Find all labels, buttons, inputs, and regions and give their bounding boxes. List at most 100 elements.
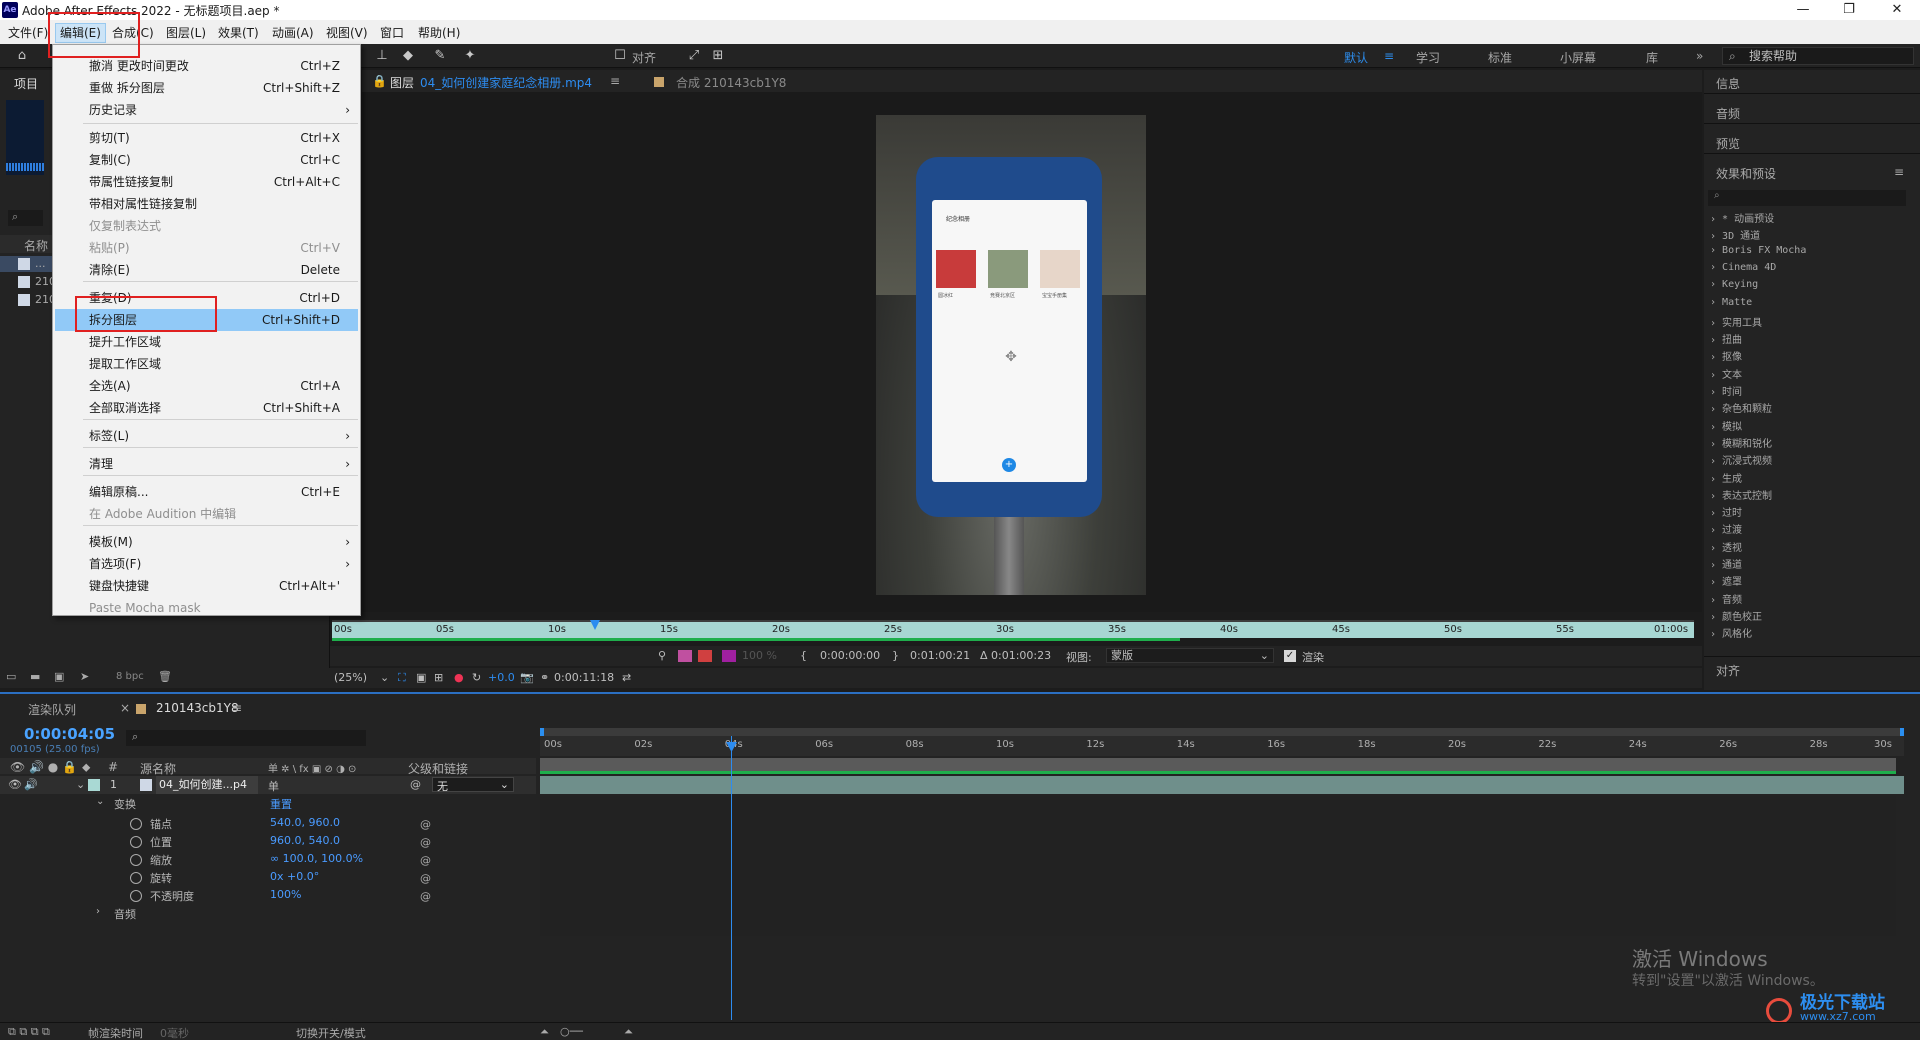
grid-icon[interactable]: ⊞ <box>434 671 443 684</box>
edit-menu-item[interactable]: 键盘快捷键 Ctrl+Alt+' <box>55 575 358 597</box>
effects-category[interactable]: › Boris FX Mocha <box>1710 245 1806 256</box>
column-source-name[interactable]: 源名称 <box>140 760 176 777</box>
audio-icon[interactable]: 🔊 <box>24 778 38 791</box>
audio-group-row[interactable]: › 音频 <box>0 906 536 924</box>
layer-playhead-icon[interactable] <box>590 620 600 630</box>
zoom-slider[interactable]: ○── <box>560 1025 583 1038</box>
transform-property-row[interactable]: 锚点 540.0, 960.0 @ <box>0 816 536 834</box>
workspace-learn[interactable]: 学习 <box>1416 49 1440 66</box>
effects-category[interactable]: › Cinema 4D <box>1710 262 1776 273</box>
stopwatch-icon[interactable] <box>130 836 142 848</box>
panel-align[interactable]: 对齐 <box>1704 656 1920 680</box>
menu-window[interactable]: 窗口 <box>376 24 408 42</box>
visibility-icon[interactable]: 👁 <box>8 778 22 791</box>
safe-zones-icon[interactable]: ▣ <box>416 671 426 684</box>
color-channels-icon[interactable]: ● <box>454 671 464 684</box>
tab-composition[interactable]: 合成 210143cb1Y8 <box>676 74 786 91</box>
menu-view[interactable]: 视图(V) <box>322 24 372 42</box>
tab-menu-icon[interactable]: ≡ <box>232 701 242 715</box>
anchor-point-icon[interactable]: ✥ <box>1004 350 1018 364</box>
channel-swatch[interactable] <box>698 650 712 662</box>
shy-switch-icon[interactable]: 单 <box>268 778 279 794</box>
new-composition-icon[interactable]: ▣ <box>54 671 68 683</box>
tab-layer-prefix[interactable]: 图层 <box>390 74 414 91</box>
exposure-value[interactable]: +0.0 <box>488 671 515 684</box>
align-checkbox-icon[interactable]: ☐ <box>612 48 628 64</box>
panel-info[interactable]: 信息 <box>1704 70 1920 94</box>
view-select[interactable]: 蒙版 ⌄ <box>1106 648 1274 663</box>
close-button[interactable]: ✕ <box>1874 0 1920 20</box>
property-value[interactable]: ∞ 100.0, 100.0% <box>270 852 363 865</box>
transform-property-row[interactable]: 位置 960.0, 540.0 @ <box>0 834 536 852</box>
layer-name[interactable]: 04_如何创建...p4 <box>156 776 258 794</box>
workspace-library[interactable]: 库 <box>1646 49 1658 66</box>
menu-edit[interactable]: 编辑(E) <box>55 23 106 43</box>
timeline-current-time[interactable]: 0:00:04:05 <box>24 725 115 743</box>
effects-category[interactable]: › 颜色校正 <box>1710 608 1762 623</box>
project-item[interactable]: 210 <box>0 292 56 308</box>
edit-menu-item[interactable]: 复制(C) Ctrl+C <box>55 149 358 171</box>
tab-menu-icon[interactable]: ≡ <box>610 74 620 88</box>
effects-category[interactable]: › 通道 <box>1710 556 1742 571</box>
expression-pickwhip-icon[interactable]: @ <box>420 872 431 885</box>
transform-property-row[interactable]: 缩放 ∞ 100.0, 100.0% @ <box>0 852 536 870</box>
parent-select[interactable]: 无 ⌄ <box>432 777 514 793</box>
transform-property-row[interactable]: 旋转 0x +0.0° @ <box>0 870 536 888</box>
sync-icon[interactable]: ⇄ <box>622 671 631 684</box>
property-value[interactable]: 0x +0.0° <box>270 870 319 883</box>
in-time[interactable]: 0:00:00:00 <box>820 649 880 662</box>
property-value[interactable]: 100% <box>270 888 301 901</box>
current-time-readout[interactable]: 0:00:11:18 <box>554 671 614 684</box>
menu-animation[interactable]: 动画(A) <box>268 24 318 42</box>
effects-category[interactable]: › 沉浸式视频 <box>1710 452 1772 467</box>
effects-category[interactable]: › 音频 <box>1710 591 1742 606</box>
expression-pickwhip-icon[interactable]: @ <box>420 890 431 903</box>
menu-composition[interactable]: 合成(C) <box>108 24 158 42</box>
menu-effect[interactable]: 效果(T) <box>214 24 263 42</box>
effects-category[interactable]: › 实用工具 <box>1710 314 1762 329</box>
close-icon[interactable]: × <box>120 701 130 715</box>
stopwatch-icon[interactable] <box>130 854 142 866</box>
panel-menu-icon[interactable]: ≡ <box>1894 165 1904 179</box>
edit-menu-item[interactable]: 重做 拆分图层 Ctrl+Shift+Z <box>55 77 358 99</box>
render-icon[interactable]: ➤ <box>80 671 94 683</box>
transform-group-row[interactable]: ⌄ 变换 重置 <box>0 796 536 814</box>
edit-menu-item[interactable]: 历史记录 › <box>55 99 358 121</box>
tab-render-queue[interactable]: 渲染队列 <box>28 701 76 718</box>
edit-menu-item[interactable]: 重复(D) Ctrl+D <box>55 287 358 309</box>
snap-icon[interactable]: ⤢ <box>686 48 702 64</box>
in-point-icon[interactable]: { <box>800 649 807 662</box>
effects-category[interactable]: › 抠像 <box>1710 348 1742 363</box>
effects-category[interactable]: › 风格化 <box>1710 625 1752 640</box>
column-name[interactable]: 名称 <box>24 237 48 254</box>
delete-icon[interactable]: 🗑 <box>158 671 172 683</box>
effects-category[interactable]: › 透视 <box>1710 539 1742 554</box>
workspace-default[interactable]: 默认 <box>1344 49 1368 66</box>
panel-effects[interactable]: 效果和预设 ≡ <box>1704 160 1920 184</box>
effects-category[interactable]: › 3D 通道 <box>1710 227 1760 242</box>
edit-menu-item[interactable]: 标签(L) › <box>55 425 358 447</box>
label-color-swatch[interactable] <box>88 779 100 791</box>
effects-category[interactable]: › 时间 <box>1710 383 1742 398</box>
effects-category[interactable]: › Matte <box>1710 297 1752 308</box>
zoom-out-icon[interactable]: ⏶ <box>540 1025 549 1039</box>
effects-category[interactable]: › * 动画预设 <box>1710 210 1774 225</box>
effects-category[interactable]: › 模拟 <box>1710 418 1742 433</box>
expand-chevron-icon[interactable]: › <box>96 906 100 917</box>
timeline-playhead-line[interactable] <box>731 736 732 1020</box>
zoom-in-icon[interactable]: ⏶ <box>624 1025 633 1039</box>
property-value[interactable]: 540.0, 960.0 <box>270 816 340 829</box>
expand-chevron-icon[interactable]: ⌄ <box>96 796 104 807</box>
edit-menu-item[interactable]: 清除(E) Delete <box>55 259 358 281</box>
roto-brush-icon[interactable]: ✎ <box>432 48 448 64</box>
tab-layer-name[interactable]: 04_如何创建家庭纪念相册.mp4 <box>420 74 592 91</box>
panel-audio[interactable]: 音频 <box>1704 100 1920 124</box>
reset-link[interactable]: 重置 <box>270 796 292 812</box>
puppet-pin-icon[interactable]: ✦ <box>462 48 478 64</box>
lock-icon[interactable]: 🔒 <box>372 74 387 88</box>
effects-category[interactable]: › 过渡 <box>1710 521 1742 536</box>
edit-menu-item[interactable]: 提升工作区域 <box>55 331 358 353</box>
zoom-tool-icon[interactable]: ⚲ <box>658 649 666 662</box>
edit-menu-item[interactable]: 带属性链接复制 Ctrl+Alt+C <box>55 171 358 193</box>
expression-pickwhip-icon[interactable]: @ <box>420 836 431 849</box>
